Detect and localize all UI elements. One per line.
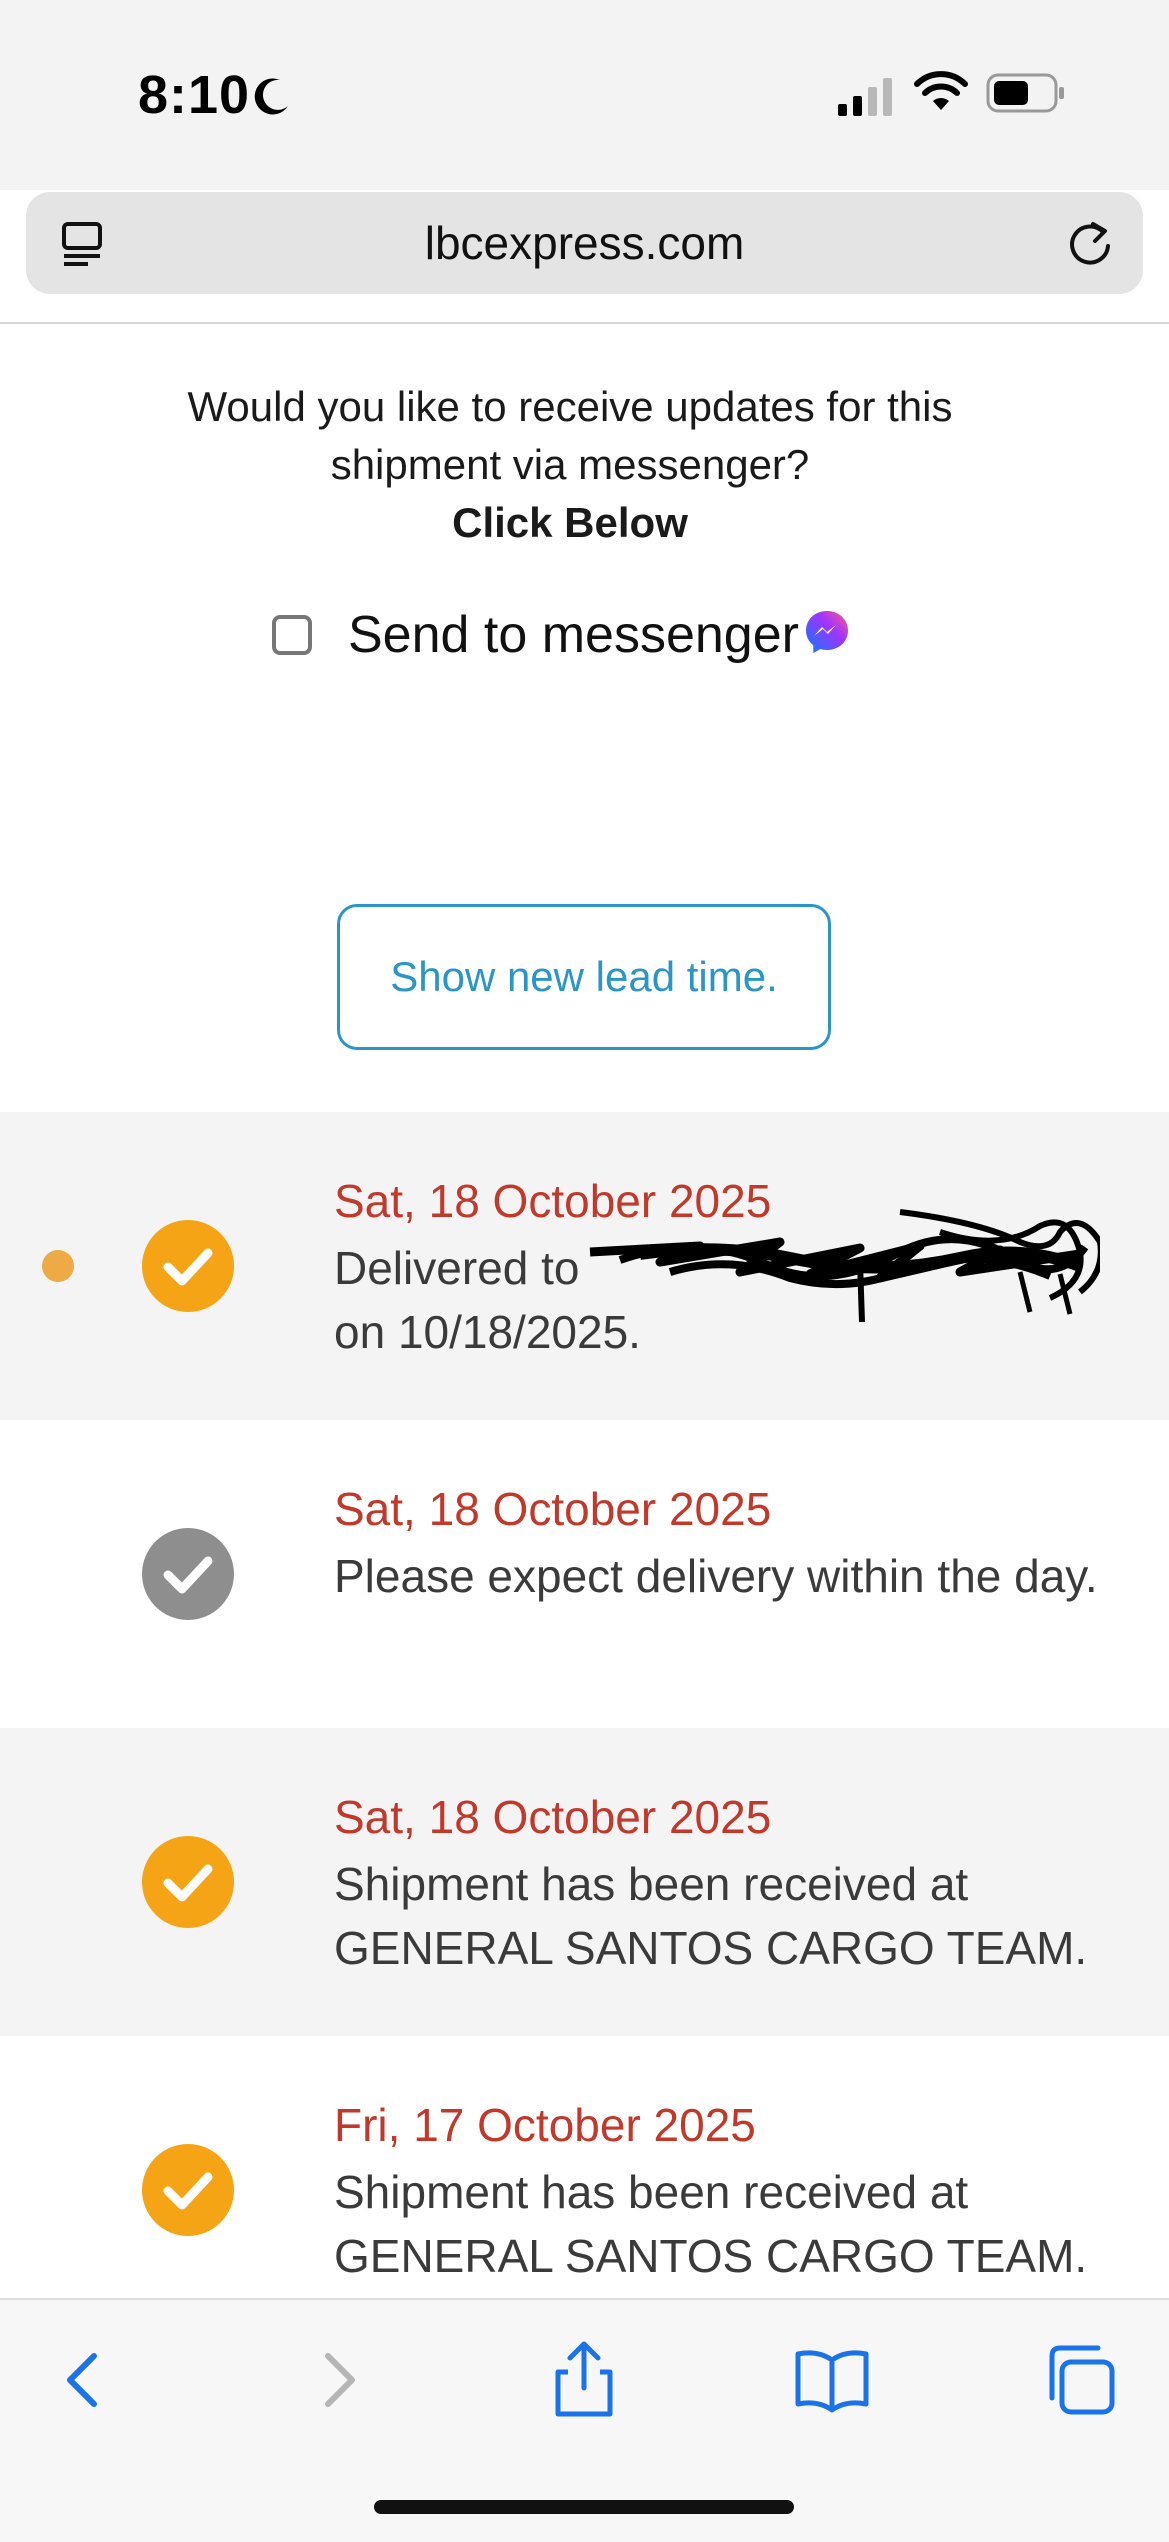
check-complete-icon: [142, 2144, 234, 2236]
messenger-icon: [805, 611, 848, 653]
address-bar[interactable]: lbcexpress.com: [26, 192, 1143, 294]
tracking-timeline: Sat, 18 October 2025 Delivered to on 10/…: [0, 1112, 1169, 2344]
event-description: Shipment has been received at GENERAL SA…: [334, 1858, 1088, 1974]
url-text[interactable]: lbcexpress.com: [26, 216, 1143, 270]
event-date: Fri, 17 October 2025: [334, 2099, 756, 2151]
status-bar: 8:10: [0, 0, 1169, 190]
timeline-event: Sat, 18 October 2025 Delivered to on 10/…: [0, 1112, 1169, 1420]
prompt-question: Would you like to receive updates for th…: [187, 383, 953, 488]
check-complete-icon: [142, 1836, 234, 1928]
moon-icon: [254, 78, 288, 115]
messenger-prompt: Would you like to receive updates for th…: [100, 378, 1040, 552]
check-pending-icon: [142, 1528, 234, 1620]
forward-icon[interactable]: [298, 2340, 378, 2420]
bookmarks-icon[interactable]: [792, 2340, 872, 2420]
event-description-line1: Delivered to: [334, 1242, 580, 1294]
status-time: 8:10: [138, 65, 251, 125]
redaction-scribble: [589, 1209, 1100, 1323]
send-to-messenger-checkbox[interactable]: [272, 615, 312, 655]
show-new-lead-time-button[interactable]: Show new lead time.: [337, 904, 831, 1050]
prompt-instruction: Click Below: [452, 499, 688, 546]
event-date: Sat, 18 October 2025: [334, 1791, 772, 1843]
current-status-dot: [42, 1250, 74, 1282]
divider: [0, 322, 1169, 324]
check-complete-icon: [142, 1220, 234, 1312]
reload-icon[interactable]: [1063, 216, 1117, 270]
home-indicator[interactable]: [374, 2500, 794, 2514]
wifi-icon: [914, 71, 968, 110]
back-icon[interactable]: [44, 2340, 124, 2420]
event-description: Please expect delivery within the day.: [334, 1550, 1098, 1602]
cellular-signal-icon: [838, 78, 892, 116]
event-date: Sat, 18 October 2025: [334, 1483, 772, 1535]
tabs-icon[interactable]: [1040, 2340, 1120, 2420]
timeline-event: Sat, 18 October 2025 Please expect deliv…: [0, 1420, 1169, 1728]
event-description: Shipment has been received at GENERAL SA…: [334, 2166, 1088, 2282]
share-icon[interactable]: [544, 2340, 624, 2420]
send-to-messenger-option[interactable]: Send to messenger: [272, 600, 851, 670]
send-to-messenger-label[interactable]: Send to messenger: [348, 605, 799, 665]
page: 8:10 lbcexpress.com Would you like to re…: [0, 0, 1169, 2542]
timeline-event: Sat, 18 October 2025 Shipment has been r…: [0, 1728, 1169, 2036]
battery-icon: [986, 73, 1064, 113]
